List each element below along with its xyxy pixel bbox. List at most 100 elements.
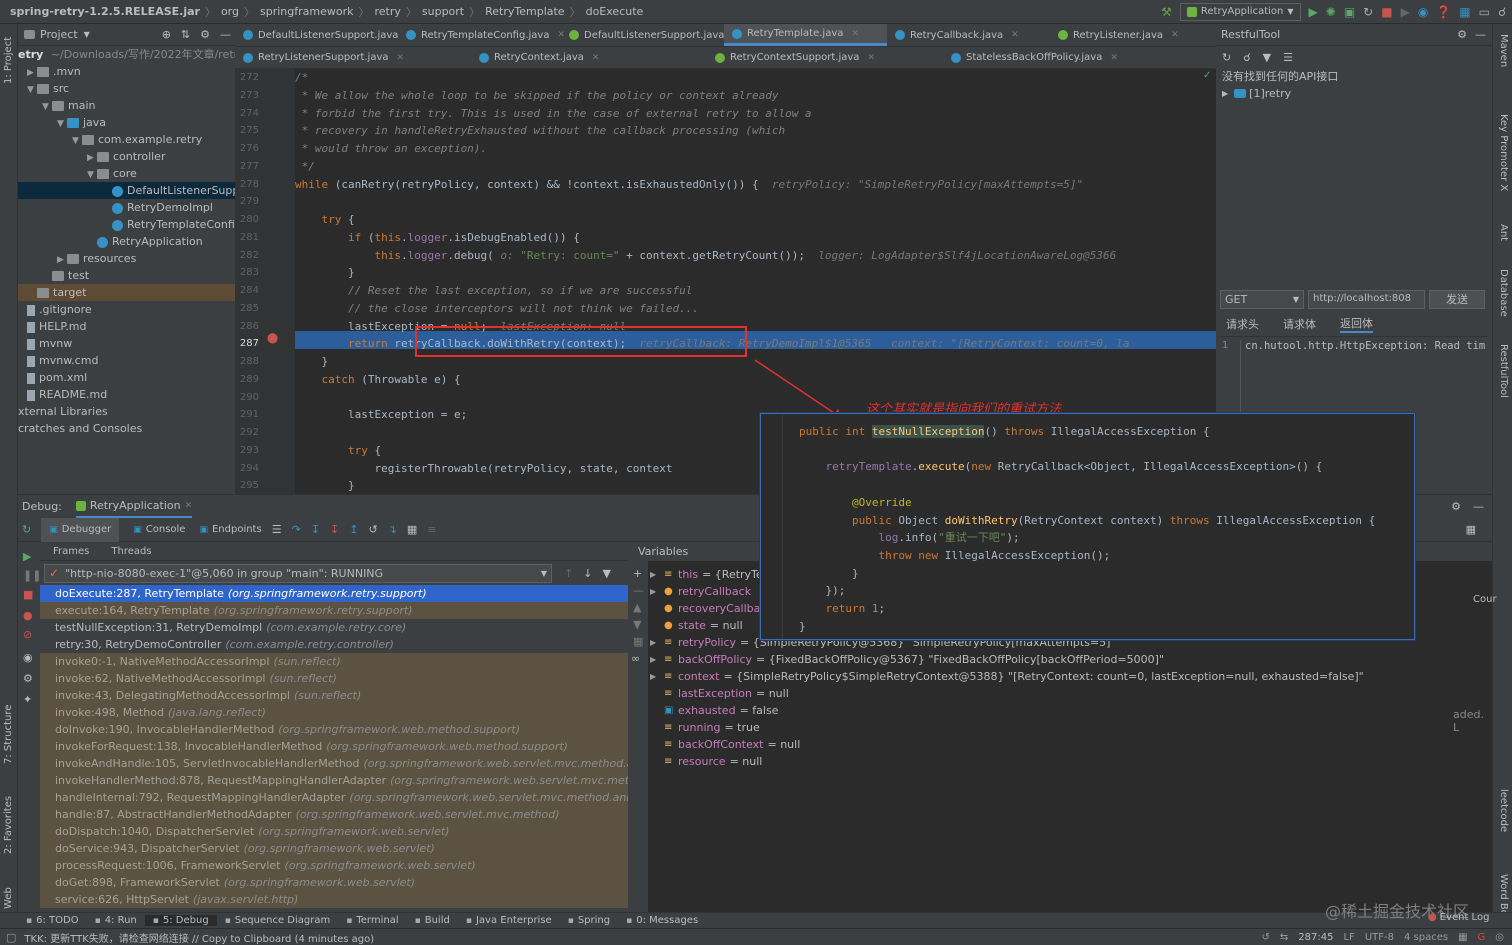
leetcode-stripe-button[interactable]: leetcode xyxy=(1498,789,1509,832)
stack-frame[interactable]: handleInternal:792, RequestMappingHandle… xyxy=(40,789,628,806)
columns-icon[interactable]: ☰ xyxy=(1283,51,1293,64)
stack-frame[interactable]: invoke:498, Method (java.lang.reflect) xyxy=(40,704,628,721)
tool-window-button[interactable]: ▪ Build xyxy=(407,915,458,926)
debug-tab[interactable]: ▣ Debugger xyxy=(41,517,120,542)
caret-position[interactable]: 287:45 xyxy=(1298,932,1333,943)
build-hammer-icon[interactable]: ⚒ xyxy=(1161,5,1172,19)
close-icon[interactable]: ✕ xyxy=(851,29,859,39)
project-tree-item[interactable]: test xyxy=(18,267,235,284)
expand-arrow-icon[interactable]: ▶ xyxy=(650,651,664,668)
stack-frame[interactable]: doExecute:287, RetryTemplate (org.springf… xyxy=(40,585,628,602)
close-icon[interactable]: ✕ xyxy=(1171,30,1179,40)
variable-row[interactable]: ≡ lastException = null xyxy=(650,685,789,702)
http-method-select[interactable]: GET ▼ xyxy=(1220,289,1304,309)
stack-frame[interactable]: handle:87, AbstractHandlerMethodAdapter(… xyxy=(40,806,628,823)
restore-layout-icon[interactable]: ▦ xyxy=(1466,523,1476,536)
stack-frame[interactable]: invokeAndHandle:105, ServletInvocableHan… xyxy=(40,755,628,772)
update-icon[interactable]: ◉ xyxy=(1418,5,1428,19)
close-icon[interactable]: ✕ xyxy=(1011,30,1019,40)
gear-icon[interactable]: ⚙ xyxy=(1451,500,1461,513)
close-icon[interactable]: ✕ xyxy=(867,53,875,63)
drop-frame-icon[interactable]: ↺ xyxy=(368,523,377,536)
step-into-icon[interactable]: ↧ xyxy=(311,523,320,536)
tool-window-button[interactable]: ▪ 6: TODO xyxy=(18,915,87,926)
run-config-selector[interactable]: RetryApplication ▼ xyxy=(1179,2,1301,21)
stack-frame[interactable]: processRequest:1006, FrameworkServlet (or… xyxy=(40,857,628,874)
project-view-selector[interactable]: Project xyxy=(40,28,78,41)
pin-icon[interactable]: ✦ xyxy=(18,685,40,706)
editor-tab[interactable]: RetryTemplate.java ✕ xyxy=(724,24,887,46)
step-over-icon[interactable]: ↷ xyxy=(292,523,301,536)
mute-breakpoints-icon[interactable]: ⊘ xyxy=(18,622,40,641)
line-separator[interactable]: LF xyxy=(1343,932,1354,943)
editor-tab[interactable]: DefaultListenerSupport.java✕ xyxy=(235,24,414,46)
evaluate-icon[interactable]: ▦ xyxy=(407,523,417,536)
stack-frame[interactable]: invoke:62, NativeMethodAccessorImpl (sun.… xyxy=(40,670,628,687)
profile-icon[interactable]: ↻ xyxy=(1363,5,1373,19)
editor-tab[interactable]: StatelessBackOffPolicy.java ✕ xyxy=(943,47,1179,68)
stack-frame[interactable]: testNullException:31, RetryDemoImpl (com.… xyxy=(40,619,628,636)
resume-program-icon[interactable]: ▶ xyxy=(18,542,40,563)
editor-tab[interactable]: DefaultListenerSupport.java✕ xyxy=(561,24,740,46)
search-everywhere-icon[interactable]: ☌ xyxy=(1498,5,1506,19)
collapse-icon[interactable]: ⇅ xyxy=(181,28,190,41)
trace-icon[interactable]: ≡ xyxy=(427,523,436,536)
close-icon[interactable]: ✕ xyxy=(592,53,600,63)
variable-row[interactable]: ▶ ≡ this = {RetryTe xyxy=(650,566,763,583)
down-arrow-icon[interactable]: ↓ xyxy=(583,567,592,580)
expand-arrow-icon[interactable]: ▶ xyxy=(650,634,664,651)
variable-row[interactable]: ▶ ● retryCallback xyxy=(650,583,755,600)
key-promoter-stripe-button[interactable]: Key Promoter X xyxy=(1498,114,1509,191)
filter-icon[interactable]: ▼ xyxy=(602,567,610,580)
memory-icon[interactable]: ◎ xyxy=(1495,932,1504,943)
view-breakpoints-icon[interactable]: ● xyxy=(18,601,40,622)
web-stripe-button[interactable]: Web xyxy=(3,887,14,909)
translate-icon[interactable]: ⇆ xyxy=(1280,932,1288,943)
stop-icon[interactable]: ■ xyxy=(18,582,40,601)
debug-icon[interactable]: ✺ xyxy=(1326,5,1336,19)
variable-row[interactable]: ≡ resource = null xyxy=(650,753,762,770)
stack-frame[interactable]: invoke:43, DelegatingMethodAccessorImpl(… xyxy=(40,687,628,704)
debug-tab[interactable]: ▣ Console xyxy=(133,518,185,542)
stack-frame[interactable]: invokeForRequest:138, InvocableHandlerMe… xyxy=(40,738,628,755)
locate-icon[interactable]: ⊕ xyxy=(162,28,171,41)
step-out-icon[interactable]: ↥ xyxy=(349,523,358,536)
up-arrow-icon[interactable]: ↑ xyxy=(564,567,573,580)
google-icon[interactable]: G xyxy=(1478,932,1486,943)
settings-icon[interactable]: ⚙ xyxy=(18,664,40,685)
editor-tab[interactable]: RetryContext.java ✕ xyxy=(471,47,707,68)
project-tree-item[interactable]: HELP.md xyxy=(18,318,235,335)
search-icon[interactable]: ☌ xyxy=(1243,51,1250,64)
remove-watch-icon[interactable]: — xyxy=(628,580,648,597)
hide-icon[interactable]: — xyxy=(1475,28,1486,41)
close-icon[interactable]: ✕ xyxy=(185,501,193,511)
hide-icon[interactable]: — xyxy=(220,28,231,41)
debug-tab[interactable]: ▣ Endpoints xyxy=(199,518,261,542)
close-icon[interactable]: ✕ xyxy=(1110,53,1118,63)
lock-icon[interactable]: ▦ xyxy=(1458,932,1467,943)
glasses-icon[interactable]: ∞ xyxy=(628,648,648,665)
status-message[interactable]: TKK: 更新TTK失败，请检查网络连接 // Copy to Clipboar… xyxy=(24,930,374,945)
resume-icon[interactable]: ▶ xyxy=(1401,5,1410,19)
expand-arrow-icon[interactable]: ▶ xyxy=(650,566,664,583)
run-icon[interactable]: ▶ xyxy=(1309,5,1318,19)
filter-icon[interactable]: ▼ xyxy=(1263,51,1271,64)
copy-icon[interactable]: ▦ xyxy=(628,631,648,648)
expand-arrow-icon[interactable]: ▶ xyxy=(650,668,664,685)
breadcrumb-item[interactable]: org xyxy=(217,5,243,18)
tool-window-button[interactable]: ▪ Sequence Diagram xyxy=(217,915,339,926)
project-tree-item[interactable]: xternal Libraries xyxy=(18,403,235,420)
project-tree-item[interactable]: mvnw xyxy=(18,335,235,352)
run-to-cursor-icon[interactable]: ↴ xyxy=(388,523,397,536)
breadcrumb-item[interactable]: RetryTemplate xyxy=(481,5,568,18)
project-tree-item[interactable]: pom.xml xyxy=(18,369,235,386)
tool-window-button[interactable]: ▪ Java Enterprise xyxy=(458,915,560,926)
maven-stripe-button[interactable]: Maven xyxy=(1498,34,1509,67)
close-icon[interactable]: ✕ xyxy=(397,53,405,63)
project-tree-item[interactable]: ▼ src xyxy=(18,80,235,97)
project-tree-item[interactable]: RetryApplication xyxy=(18,233,235,250)
favorites-stripe-button[interactable]: 2: Favorites xyxy=(3,796,14,854)
project-tree-item[interactable]: ▼ com.example.retry xyxy=(18,131,235,148)
gear-icon[interactable]: ⚙ xyxy=(200,28,210,41)
tool-window-button[interactable]: ▪ Spring xyxy=(560,915,618,926)
